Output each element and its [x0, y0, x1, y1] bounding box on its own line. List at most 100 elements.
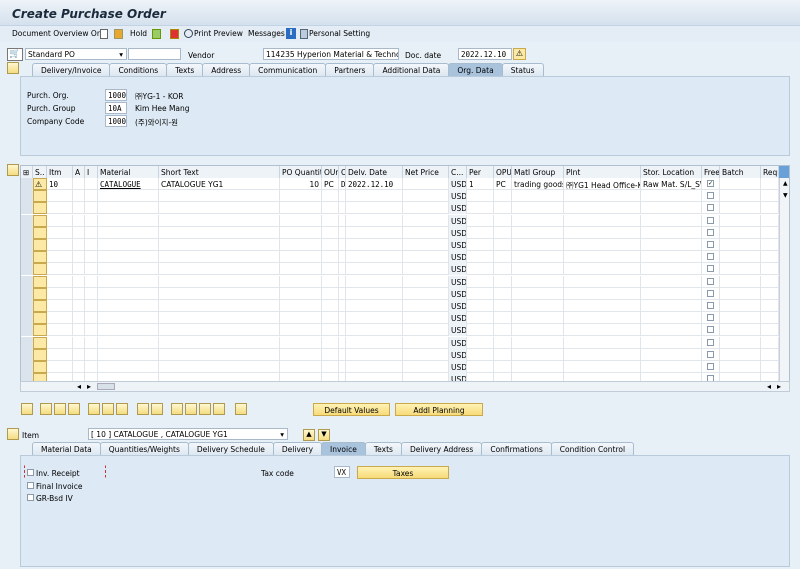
table-cell[interactable]: [761, 227, 779, 239]
table-cell[interactable]: D: [339, 178, 346, 190]
org-field-input[interactable]: 1000: [105, 89, 127, 101]
table-cell[interactable]: [467, 288, 494, 300]
currency-cell[interactable]: USD: [449, 178, 467, 190]
table-cell[interactable]: [720, 190, 761, 202]
table-cell[interactable]: [720, 349, 761, 361]
po-number-field[interactable]: [128, 48, 181, 60]
table-cell[interactable]: [98, 251, 159, 263]
table-cell[interactable]: [494, 227, 512, 239]
table-cell[interactable]: [98, 202, 159, 214]
table-cell[interactable]: [641, 239, 702, 251]
column-settings-icon[interactable]: ⊞: [21, 166, 33, 178]
table-cell[interactable]: PC: [322, 178, 339, 190]
table-cell[interactable]: [720, 312, 761, 324]
table-cell[interactable]: [720, 202, 761, 214]
table-cell[interactable]: [85, 361, 98, 373]
column-header[interactable]: I: [85, 166, 98, 178]
table-cell[interactable]: [322, 202, 339, 214]
table-cell[interactable]: [85, 215, 98, 227]
column-header[interactable]: Per: [467, 166, 494, 178]
table-cell[interactable]: [85, 349, 98, 361]
table-cell[interactable]: [494, 300, 512, 312]
previous-item-button[interactable]: ▲: [303, 429, 315, 441]
table-cell[interactable]: [467, 190, 494, 202]
table-cell[interactable]: [159, 300, 280, 312]
table-cell[interactable]: [761, 251, 779, 263]
table-row[interactable]: USD: [21, 263, 790, 275]
table-cell[interactable]: trading goods: [512, 178, 564, 190]
table-cell[interactable]: [47, 324, 73, 336]
table-cell[interactable]: [98, 215, 159, 227]
table-cell[interactable]: [280, 251, 322, 263]
table-cell[interactable]: [85, 227, 98, 239]
table-cell[interactable]: [346, 227, 403, 239]
scroll-left-icon[interactable]: ◂: [767, 382, 771, 391]
table-cell[interactable]: [403, 215, 449, 227]
tab-delivery-address[interactable]: Delivery Address: [401, 442, 482, 455]
print-preview-button[interactable]: Print Preview: [194, 29, 243, 38]
table-cell[interactable]: [339, 227, 346, 239]
table-cell[interactable]: [494, 202, 512, 214]
table-cell[interactable]: [73, 178, 85, 190]
tab-delivery[interactable]: Delivery: [273, 442, 322, 455]
free-item-checkbox[interactable]: [707, 278, 714, 285]
table-cell[interactable]: [641, 190, 702, 202]
table-cell[interactable]: [280, 337, 322, 349]
taxes-button[interactable]: Taxes: [357, 466, 449, 479]
table-cell[interactable]: [720, 300, 761, 312]
table-cell[interactable]: [73, 349, 85, 361]
org-field-input[interactable]: 10A: [105, 102, 127, 114]
row-selector[interactable]: [21, 288, 33, 300]
table-cell[interactable]: Raw Mat. S/L_SW: [641, 178, 702, 190]
free-item-checkbox[interactable]: [707, 241, 714, 248]
table-cell[interactable]: [641, 276, 702, 288]
tab-org-data[interactable]: Org. Data: [448, 63, 502, 76]
warning-icon[interactable]: ⚠: [513, 48, 526, 60]
tab-delivery-invoice[interactable]: Delivery/Invoice: [32, 63, 110, 76]
table-cell[interactable]: [339, 276, 346, 288]
check-icon[interactable]: [152, 29, 161, 39]
currency-cell[interactable]: USD: [449, 324, 467, 336]
table-cell[interactable]: [467, 349, 494, 361]
column-header[interactable]: Free: [702, 166, 720, 178]
table-cell[interactable]: [403, 190, 449, 202]
row-selector[interactable]: [21, 263, 33, 275]
free-item-checkbox[interactable]: [707, 290, 714, 297]
table-cell[interactable]: [512, 349, 564, 361]
currency-cell[interactable]: USD: [449, 202, 467, 214]
table-cell[interactable]: [73, 300, 85, 312]
column-header[interactable]: PO Quantity: [280, 166, 322, 178]
table-cell[interactable]: [339, 337, 346, 349]
table-cell[interactable]: [47, 239, 73, 251]
copy-row-icon[interactable]: [54, 403, 66, 415]
row-selector[interactable]: [21, 215, 33, 227]
free-item-checkbox[interactable]: [707, 265, 714, 272]
table-cell[interactable]: [346, 263, 403, 275]
table-cell[interactable]: [73, 361, 85, 373]
item-select[interactable]: [ 10 ] CATALOGUE , CATALOGUE YG1▾: [88, 428, 288, 440]
table-cell[interactable]: [73, 263, 85, 275]
table-cell[interactable]: [98, 312, 159, 324]
table-cell[interactable]: [339, 300, 346, 312]
table-row[interactable]: USD: [21, 202, 790, 214]
table-cell[interactable]: [346, 251, 403, 263]
table-row[interactable]: USD: [21, 239, 790, 251]
table-cell[interactable]: [159, 251, 280, 263]
table-cell[interactable]: [467, 361, 494, 373]
table-cell[interactable]: [346, 312, 403, 324]
table-cell[interactable]: [761, 215, 779, 227]
row-selector[interactable]: [21, 300, 33, 312]
table-cell[interactable]: [641, 215, 702, 227]
table-cell[interactable]: [159, 227, 280, 239]
table-cell[interactable]: [280, 349, 322, 361]
table-cell[interactable]: [641, 324, 702, 336]
table-cell[interactable]: [159, 190, 280, 202]
tab-invoice[interactable]: Invoice: [321, 442, 366, 455]
table-cell[interactable]: [339, 190, 346, 202]
table-cell[interactable]: [761, 239, 779, 251]
table-cell[interactable]: [339, 251, 346, 263]
table-cell[interactable]: [280, 312, 322, 324]
row-selector[interactable]: [21, 178, 33, 190]
doc-type-select[interactable]: Standard PO▾: [25, 48, 127, 60]
tab-conditions[interactable]: Conditions: [109, 63, 167, 76]
